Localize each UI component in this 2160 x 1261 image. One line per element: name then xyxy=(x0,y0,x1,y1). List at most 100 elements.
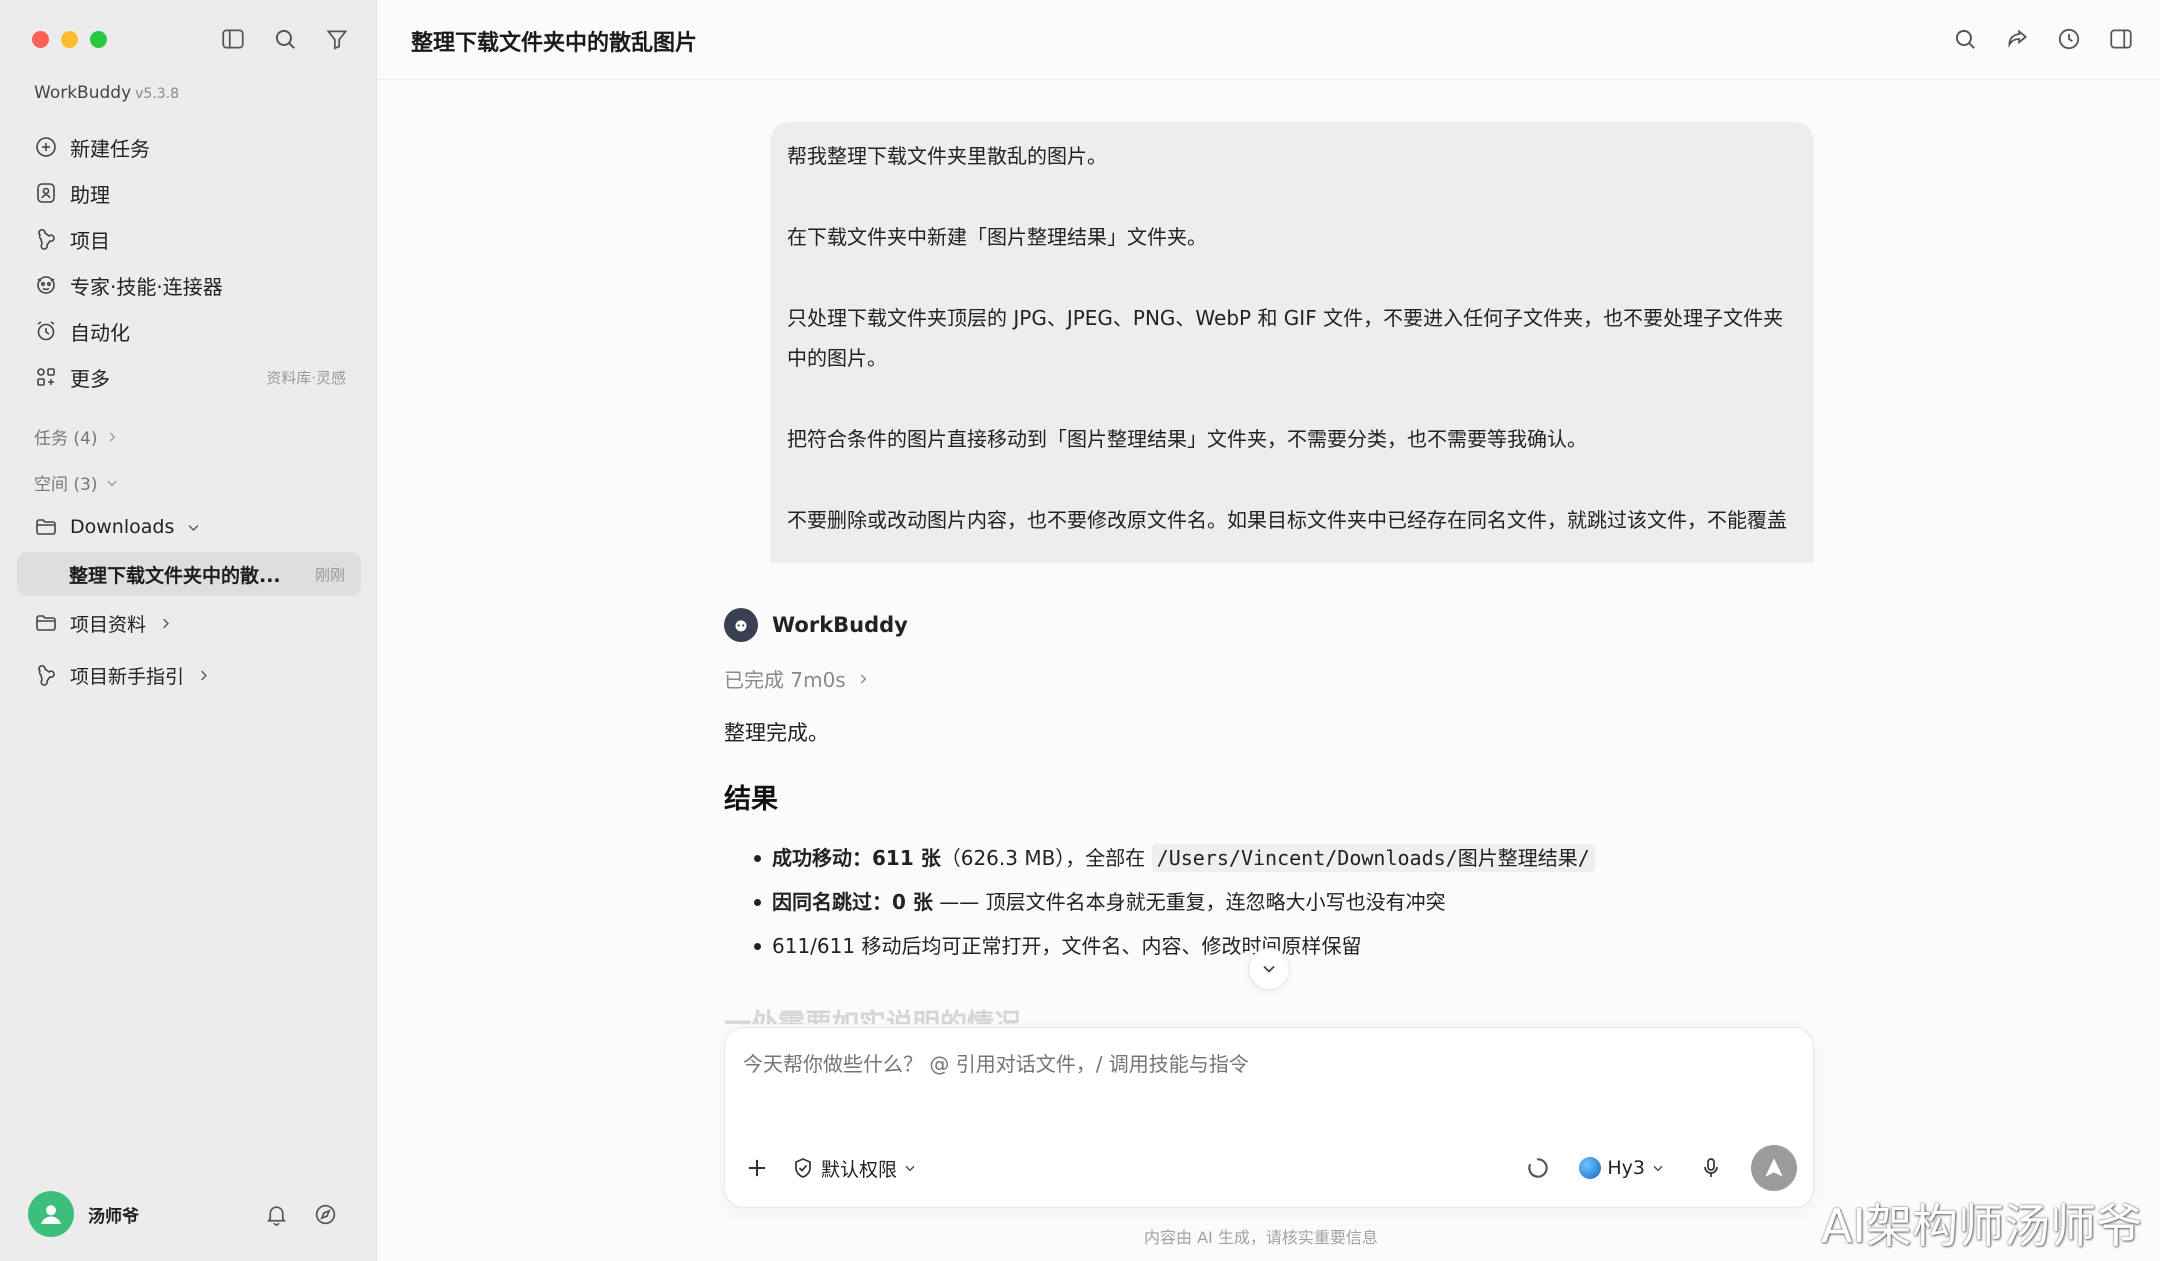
folder-label: 项目资料 xyxy=(70,613,147,636)
list-item: 成功移动：611 张（626.3 MB），全部在 /Users/Vincent/… xyxy=(724,836,1814,880)
search-icon[interactable] xyxy=(1952,26,1978,52)
composer: 默认权限 Hy3 xyxy=(724,1027,1814,1208)
user-tools xyxy=(264,1202,338,1227)
nav-more-hint[interactable]: 资料库·灵感 xyxy=(266,367,346,388)
bell-icon[interactable] xyxy=(264,1202,289,1227)
chat-input[interactable] xyxy=(743,1052,1643,1076)
minimize-window-button[interactable] xyxy=(61,31,78,48)
chevron-down-icon xyxy=(1259,959,1279,979)
tasks-header-label: 任务 (4) xyxy=(34,429,98,449)
nav-projects[interactable]: 项目 xyxy=(20,216,360,262)
search-icon[interactable] xyxy=(272,26,298,52)
watermark: AI架构师汤师爷 xyxy=(1820,1199,2142,1253)
tasks-section-header[interactable]: 任务 (4) xyxy=(34,424,119,449)
task-time: 刚刚 xyxy=(314,565,345,584)
bullet-label: 因同名跳过：0 张 xyxy=(772,890,933,914)
nav-assistant[interactable]: 助理 xyxy=(20,170,360,216)
folder-project-materials[interactable]: 项目资料 xyxy=(20,600,360,646)
plus-icon[interactable] xyxy=(743,1154,771,1182)
share-icon[interactable] xyxy=(2004,26,2030,52)
zoom-window-button[interactable] xyxy=(90,31,107,48)
list-item: 因同名跳过：0 张 —— 顶层文件名本身就无重复，连忽略大小写也没有冲突 xyxy=(724,880,1814,924)
user-message-line: 只处理下载文件夹顶层的 JPG、JPEG、PNG、WebP 和 GIF 文件，不… xyxy=(787,306,1784,370)
alarm-clock-icon xyxy=(34,319,58,343)
app-version: v5.3.8 xyxy=(135,86,180,102)
spaces-section-header[interactable]: 空间 (3) xyxy=(34,470,119,495)
task-item-active[interactable]: 整理下载文件夹中的散... 刚刚 xyxy=(17,552,361,596)
chevron-right-icon xyxy=(158,616,173,631)
folder-downloads[interactable]: Downloads xyxy=(20,504,360,550)
nav-automation[interactable]: 自动化 xyxy=(20,308,360,354)
chevron-right-icon xyxy=(105,430,119,444)
sidebar: WorkBuddy v5.3.8 新建任务 助理 项目 专家·技能·连接器 自动… xyxy=(0,0,377,1261)
loading-spinner-icon xyxy=(1525,1155,1551,1181)
nav-label: 助理 xyxy=(70,182,110,207)
bullet-text: —— 顶层文件名本身就无重复，连忽略大小写也没有冲突 xyxy=(932,890,1446,914)
nav-label: 新建任务 xyxy=(70,136,150,161)
model-label: Hy3 xyxy=(1607,1157,1645,1179)
user-message-line: 不要删除或改动图片内容，也不要修改原文件名。如果目标文件夹中已经存在同名文件，就… xyxy=(787,508,1787,532)
faded-heading: 一处需要如实说明的情况 xyxy=(724,1002,1021,1024)
filter-icon[interactable] xyxy=(324,26,350,52)
result-heading: 结果 xyxy=(724,784,778,815)
user-message-line: 帮我整理下载文件夹里散乱的图片。 xyxy=(787,144,1107,168)
avatar[interactable] xyxy=(28,1191,74,1237)
close-window-button[interactable] xyxy=(32,31,49,48)
toggle-panel-icon[interactable] xyxy=(2108,26,2134,52)
microphone-icon[interactable] xyxy=(1699,1156,1723,1180)
composer-toolbar: 默认权限 Hy3 xyxy=(743,1145,1797,1191)
path-code: /Users/Vincent/Downloads/图片整理结果/ xyxy=(1151,844,1595,872)
user-message-line: 在下载文件夹中新建「图片整理结果」文件夹。 xyxy=(787,225,1207,249)
plus-circle-icon xyxy=(34,135,58,159)
chevron-down-icon xyxy=(903,1161,917,1175)
project-icon xyxy=(34,663,58,687)
user-message-bubble: 帮我整理下载文件夹里散乱的图片。 在下载文件夹中新建「图片整理结果」文件夹。 只… xyxy=(770,122,1814,563)
project-icon xyxy=(34,227,58,251)
agent-name: WorkBuddy xyxy=(772,613,908,637)
ai-disclaimer: 内容由 AI 生成，请核实重要信息 xyxy=(1144,1228,1378,1247)
expert-icon xyxy=(34,273,58,297)
chevron-right-icon xyxy=(196,668,211,683)
folder-label: Downloads xyxy=(70,516,175,538)
model-selector[interactable]: Hy3 xyxy=(1579,1157,1665,1179)
toggle-sidebar-icon[interactable] xyxy=(220,26,246,52)
assistant-reply: WorkBuddy 已完成 7m0s 整理完成。 结果 成功移动：611 张（6… xyxy=(724,608,1814,968)
assistant-icon xyxy=(34,181,58,205)
model-logo-icon xyxy=(1579,1157,1602,1179)
send-button[interactable] xyxy=(1751,1145,1797,1191)
task-title: 整理下载文件夹中的散... xyxy=(69,564,281,587)
run-status-label: 已完成 7m0s xyxy=(724,668,846,692)
summary-text: 整理完成。 xyxy=(724,721,829,745)
user-name[interactable]: 汤师爷 xyxy=(88,1202,139,1227)
nav-new-task[interactable]: 新建任务 xyxy=(20,124,360,170)
nav-label: 专家·技能·连接器 xyxy=(70,274,223,299)
nav-label: 项目 xyxy=(70,228,110,253)
spaces-header-label: 空间 (3) xyxy=(34,475,98,495)
agent-avatar xyxy=(724,608,758,642)
chevron-down-icon xyxy=(1651,1161,1665,1175)
sidebar-toolbar xyxy=(220,26,350,52)
app-brand: WorkBuddy v5.3.8 xyxy=(34,83,179,103)
window-controls xyxy=(32,31,107,48)
bullet-label: 成功移动：611 张 xyxy=(772,846,941,870)
run-status[interactable]: 已完成 7m0s xyxy=(724,664,1814,693)
nav-label: 自动化 xyxy=(70,320,130,345)
chevron-down-icon xyxy=(105,476,119,490)
top-toolbar xyxy=(1952,26,2134,52)
compass-icon[interactable] xyxy=(313,1202,338,1227)
folder-label: 项目新手指引 xyxy=(70,665,185,688)
permission-selector[interactable]: 默认权限 xyxy=(791,1155,917,1182)
nav-experts[interactable]: 专家·技能·连接器 xyxy=(20,262,360,308)
scroll-to-bottom-button[interactable] xyxy=(1248,948,1290,990)
chevron-right-icon xyxy=(856,672,870,686)
history-icon[interactable] xyxy=(2056,26,2082,52)
app-name: WorkBuddy xyxy=(34,83,132,103)
nav-more[interactable]: 更多 资料库·灵感 xyxy=(20,354,360,400)
nav-label: 更多 xyxy=(70,366,110,391)
shield-check-icon xyxy=(791,1156,815,1180)
folder-icon xyxy=(34,515,58,539)
bullet-text: （626.3 MB），全部在 xyxy=(940,846,1152,870)
folder-icon xyxy=(34,611,58,635)
send-arrow-icon xyxy=(1761,1155,1787,1181)
folder-project-guide[interactable]: 项目新手指引 xyxy=(20,652,360,698)
